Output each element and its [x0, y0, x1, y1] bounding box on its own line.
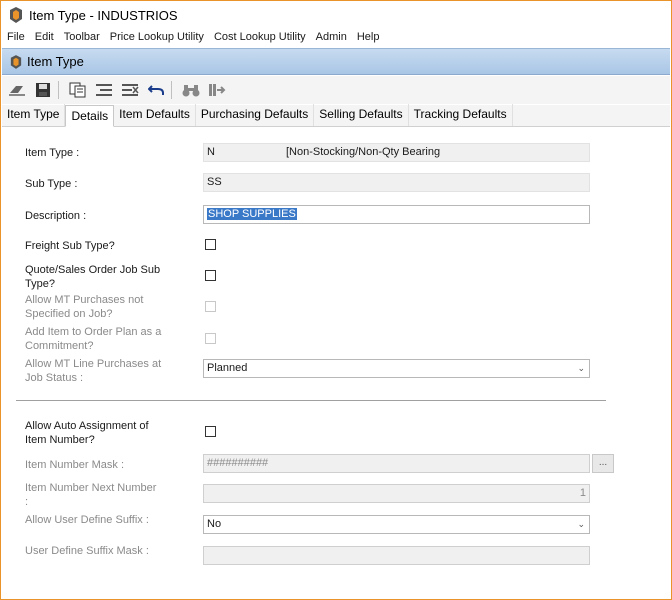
sub-type-label: Sub Type :	[25, 178, 78, 190]
toolbar	[2, 76, 670, 104]
user-define-suffix-mask-label: User Define Suffix Mask :	[25, 545, 149, 557]
allow-mt-purchases-label-line1: Allow MT Purchases not	[25, 294, 144, 306]
allow-auto-assignment-label-line2: Item Number?	[25, 434, 95, 446]
item-number-mask-label: Item Number Mask :	[25, 459, 125, 471]
menu-bar: File Edit Toolbar Price Lookup Utility C…	[1, 29, 671, 45]
allow-auto-assignment-label-line1: Allow Auto Assignment of	[25, 420, 149, 432]
quote-sales-order-label-line1: Quote/Sales Order Job Sub	[25, 264, 161, 276]
allow-mt-line-purchases-value: Planned	[207, 362, 248, 374]
item-number-next-label-line1: Item Number Next Number	[25, 482, 157, 494]
allow-auto-assignment-label: Allow Auto Assignment of Item Number?	[25, 419, 149, 447]
tab-item-type[interactable]: Item Type	[2, 104, 66, 126]
item-number-next-label: Item Number Next Number :	[25, 481, 156, 509]
item-type-field: N [Non-Stocking/Non-Qty Bearing	[203, 143, 590, 162]
inner-window-title: Item Type	[27, 54, 84, 69]
menu-help[interactable]: Help	[352, 31, 385, 43]
tab-bar: Item Type Details Item Defaults Purchasi…	[2, 104, 670, 127]
tab-tracking-defaults[interactable]: Tracking Defaults	[409, 104, 513, 126]
allow-mt-line-purchases-label: Allow MT Line Purchases at Job Status :	[25, 357, 161, 385]
add-item-order-plan-checkbox	[205, 333, 216, 344]
undo-icon[interactable]	[145, 80, 167, 100]
section-divider	[16, 400, 606, 401]
allow-user-define-suffix-value: No	[207, 518, 222, 530]
toolbar-separator	[58, 81, 59, 99]
menu-file[interactable]: File	[1, 31, 30, 43]
add-item-order-plan-label: Add Item to Order Plan as a Commitment?	[25, 325, 161, 353]
menu-cost-lookup-utility[interactable]: Cost Lookup Utility	[209, 31, 311, 43]
menu-toolbar[interactable]: Toolbar	[59, 31, 105, 43]
item-type-code: N	[207, 146, 215, 158]
binoculars-icon[interactable]	[180, 80, 202, 100]
item-number-mask-browse-button[interactable]: ...	[592, 454, 614, 473]
details-panel: Item Type : N [Non-Stocking/Non-Qty Bear…	[2, 128, 670, 598]
list-delete-icon[interactable]	[119, 80, 141, 100]
item-number-next-input: 1	[203, 484, 590, 503]
item-type-label: Item Type :	[25, 147, 80, 159]
allow-user-define-suffix-label: Allow User Define Suffix :	[25, 514, 149, 526]
tab-selling-defaults[interactable]: Selling Defaults	[314, 104, 409, 126]
tab-item-defaults[interactable]: Item Defaults	[114, 104, 196, 126]
toolbar-separator	[171, 81, 172, 99]
item-number-next-label-line2: :	[25, 496, 29, 508]
item-type-description: [Non-Stocking/Non-Qty Bearing	[286, 146, 441, 158]
export-icon[interactable]	[206, 80, 228, 100]
allow-mt-line-purchases-select[interactable]: Planned ⌄	[203, 359, 590, 378]
app-logo-icon	[10, 7, 22, 23]
tab-purchasing-defaults[interactable]: Purchasing Defaults	[196, 104, 315, 126]
user-define-suffix-mask-input	[203, 546, 590, 565]
list-icon[interactable]	[93, 80, 115, 100]
sub-type-field: SS	[203, 173, 590, 192]
freight-sub-type-checkbox[interactable]	[205, 239, 216, 250]
allow-mt-line-purchases-label-line2: Job Status :	[25, 372, 84, 384]
freight-sub-type-label: Freight Sub Type?	[25, 240, 115, 252]
title-bar: Item Type - INDUSTRIOS	[1, 1, 671, 29]
allow-mt-purchases-label-line2: Specified on Job?	[25, 308, 113, 320]
add-item-order-plan-label-line1: Add Item to Order Plan as a	[25, 326, 162, 338]
description-value: SHOP SUPPLIES	[207, 208, 297, 220]
description-label: Description :	[25, 210, 87, 222]
window-title: Item Type - INDUSTRIOS	[29, 7, 178, 23]
allow-mt-purchases-label: Allow MT Purchases not Specified on Job?	[25, 293, 143, 321]
inner-window-title-bar: Item Type	[2, 48, 670, 75]
eraser-icon[interactable]	[6, 80, 28, 100]
chevron-down-icon: ⌄	[577, 519, 585, 529]
app-logo-icon	[10, 54, 22, 69]
save-icon[interactable]	[32, 80, 54, 100]
quote-sales-order-label-line2: Type?	[25, 278, 55, 290]
quote-sales-order-label: Quote/Sales Order Job Sub Type?	[25, 263, 160, 291]
menu-price-lookup-utility[interactable]: Price Lookup Utility	[105, 31, 209, 43]
allow-mt-purchases-checkbox	[205, 301, 216, 312]
quote-sales-order-checkbox[interactable]	[205, 270, 216, 281]
menu-edit[interactable]: Edit	[30, 31, 59, 43]
description-input[interactable]: SHOP SUPPLIES	[203, 205, 590, 224]
item-number-mask-input: ##########	[203, 454, 590, 473]
allow-mt-line-purchases-label-line1: Allow MT Line Purchases at	[25, 358, 162, 370]
add-item-order-plan-label-line2: Commitment?	[25, 340, 94, 352]
allow-user-define-suffix-select[interactable]: No ⌄	[203, 515, 590, 534]
chevron-down-icon: ⌄	[577, 363, 585, 373]
allow-auto-assignment-checkbox[interactable]	[205, 426, 216, 437]
copy-icon[interactable]	[67, 80, 89, 100]
menu-admin[interactable]: Admin	[311, 31, 352, 43]
tab-details[interactable]: Details	[65, 105, 115, 127]
